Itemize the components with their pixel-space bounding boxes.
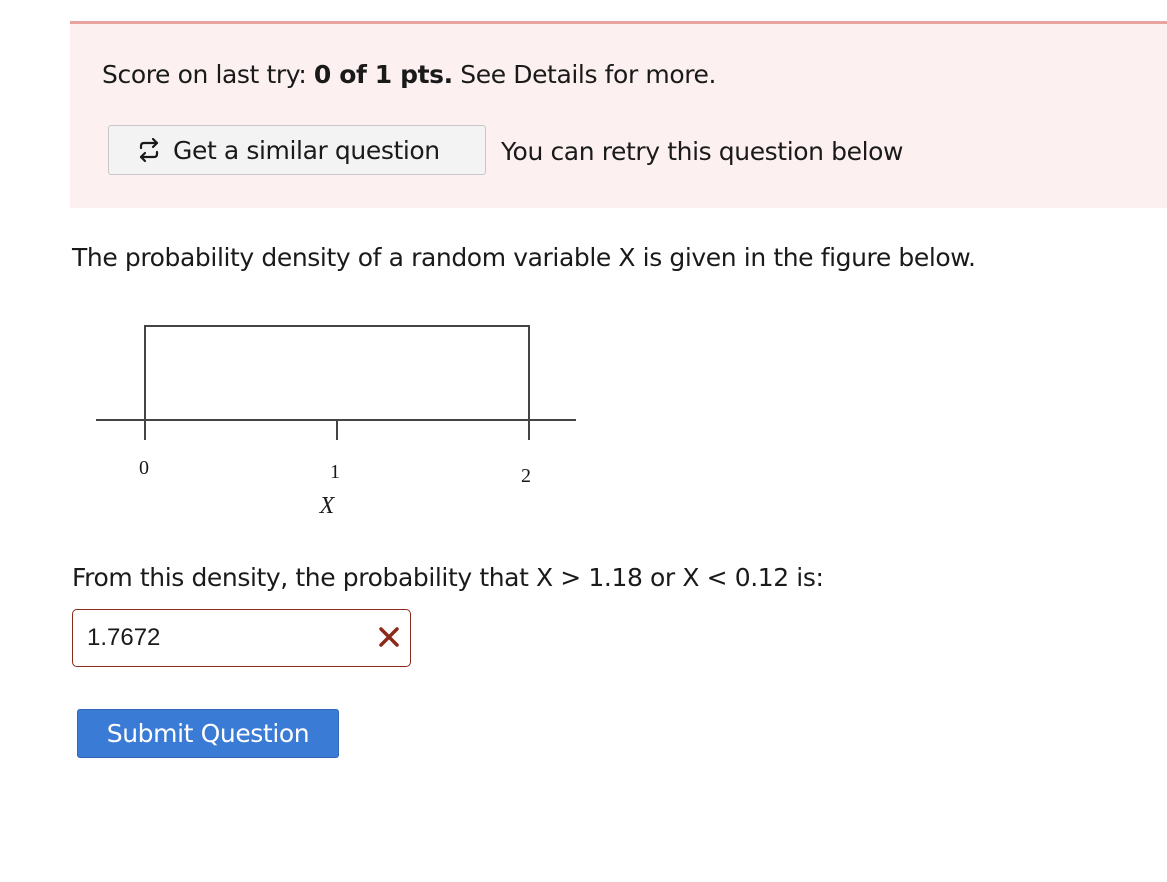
- score-suffix: See Details for more.: [452, 60, 717, 89]
- question-intro: The probability density of a random vari…: [72, 243, 976, 272]
- retry-arrows-icon: [135, 136, 163, 164]
- submit-question-button[interactable]: Submit Question: [77, 709, 339, 758]
- tick-label-1: 1: [330, 461, 340, 483]
- score-prefix: Score on last try:: [102, 60, 314, 89]
- retry-message: You can retry this question below: [501, 137, 904, 166]
- answer-field-container: [72, 609, 411, 667]
- incorrect-x-icon: [374, 622, 404, 652]
- question-prompt: From this density, the probability that …: [72, 563, 824, 592]
- get-similar-question-label: Get a similar question: [173, 135, 440, 165]
- score-value: 0 of 1 pts.: [313, 60, 453, 89]
- score-message: Score on last try: 0 of 1 pts. See Detai…: [102, 60, 716, 89]
- answer-input[interactable]: [87, 622, 367, 654]
- density-figure: 0 1 2 X: [90, 320, 590, 520]
- tick-label-0: 0: [139, 457, 149, 479]
- get-similar-question-button[interactable]: Get a similar question: [108, 125, 486, 175]
- tick-label-2: 2: [521, 465, 531, 487]
- score-banner: Score on last try: 0 of 1 pts. See Detai…: [70, 21, 1167, 208]
- x-axis-label: X: [319, 493, 336, 519]
